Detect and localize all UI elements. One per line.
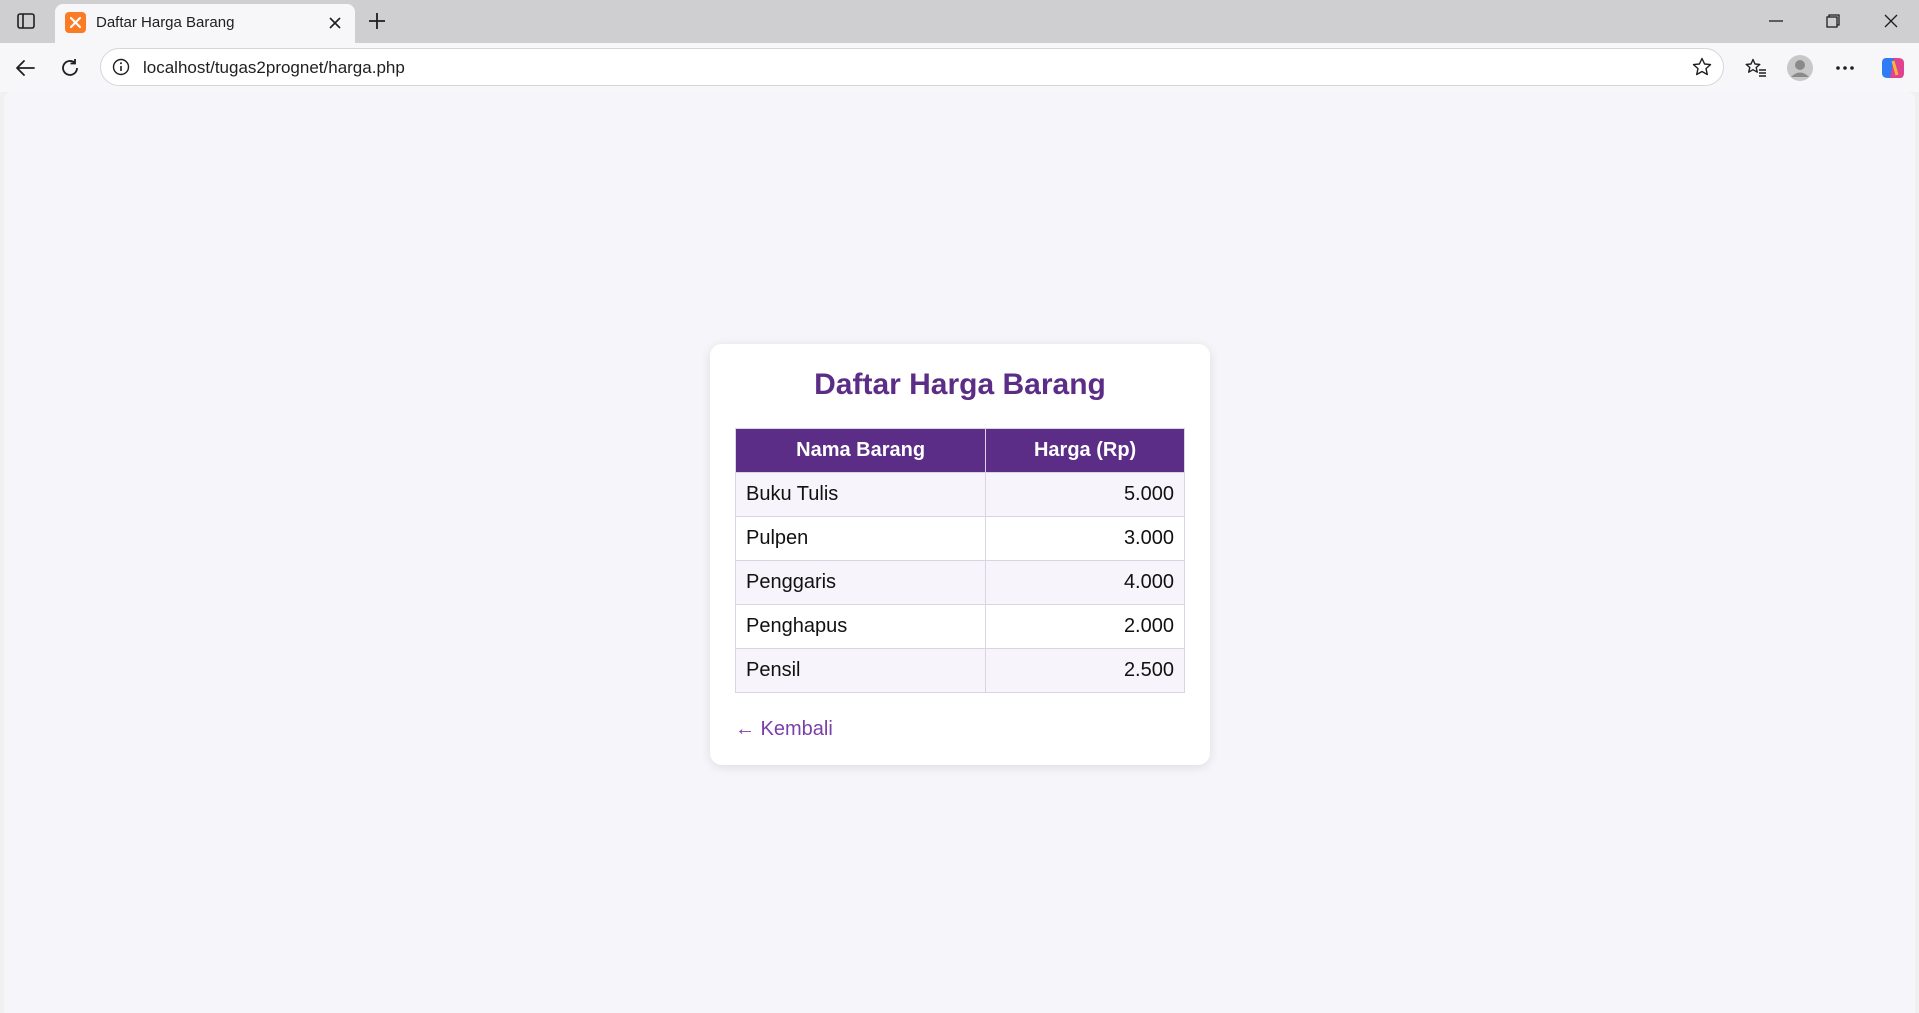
- item-price: 5.000: [985, 472, 1185, 517]
- table-row: Buku Tulis 5.000: [734, 472, 1185, 517]
- table-header-row: Nama Barang Harga (Rp): [734, 428, 1185, 473]
- back-link[interactable]: ← Kembali: [735, 718, 833, 741]
- reload-icon[interactable]: [55, 53, 85, 83]
- url-text[interactable]: localhost/tugas2prognet/harga.php: [143, 58, 405, 78]
- profile-avatar-icon[interactable]: [1785, 53, 1815, 83]
- site-info-icon[interactable]: [111, 57, 131, 77]
- copilot-icon[interactable]: [1878, 53, 1908, 83]
- new-tab-icon[interactable]: [364, 8, 390, 34]
- browser-tab[interactable]: Daftar Harga Barang: [55, 4, 355, 43]
- page-title: Daftar Harga Barang: [814, 368, 1106, 401]
- table-row: Pensil 2.500: [734, 648, 1185, 693]
- xampp-favicon-icon: [65, 12, 86, 33]
- favorite-star-icon[interactable]: [1691, 56, 1713, 78]
- tab-actions-icon[interactable]: [12, 8, 40, 34]
- item-name: Buku Tulis: [734, 472, 987, 517]
- window-close-icon[interactable]: [1864, 4, 1918, 38]
- more-options-icon[interactable]: [1830, 53, 1860, 83]
- item-name: Penggaris: [734, 560, 987, 605]
- column-header-price: Harga (Rp): [985, 428, 1185, 473]
- item-name: Pensil: [734, 648, 987, 693]
- favorites-icon[interactable]: [1741, 53, 1771, 83]
- item-price: 4.000: [985, 560, 1185, 605]
- browser-toolbar: localhost/tugas2prognet/harga.php: [0, 43, 1919, 92]
- price-table: Nama Barang Harga (Rp) Buku Tulis 5.000 …: [734, 428, 1185, 693]
- item-name: Pulpen: [734, 516, 987, 561]
- tab-title: Daftar Harga Barang: [96, 14, 235, 31]
- tab-bar: Daftar Harga Barang: [0, 0, 1919, 43]
- price-card: Daftar Harga Barang Nama Barang Harga (R…: [710, 344, 1210, 765]
- back-arrow-icon[interactable]: [10, 53, 40, 83]
- item-price: 3.000: [985, 516, 1185, 561]
- table-row: Penggaris 4.000: [734, 560, 1185, 605]
- tab-close-icon[interactable]: [325, 13, 345, 33]
- column-header-name: Nama Barang: [734, 428, 987, 473]
- address-bar[interactable]: localhost/tugas2prognet/harga.php: [100, 48, 1724, 86]
- table-row: Penghapus 2.000: [734, 604, 1185, 649]
- item-price: 2.500: [985, 648, 1185, 693]
- item-name: Penghapus: [734, 604, 987, 649]
- item-price: 2.000: [985, 604, 1185, 649]
- table-row: Pulpen 3.000: [734, 516, 1185, 561]
- page-viewport: Daftar Harga Barang Nama Barang Harga (R…: [4, 92, 1915, 1013]
- restore-icon[interactable]: [1806, 4, 1860, 38]
- minimize-icon[interactable]: [1749, 4, 1803, 38]
